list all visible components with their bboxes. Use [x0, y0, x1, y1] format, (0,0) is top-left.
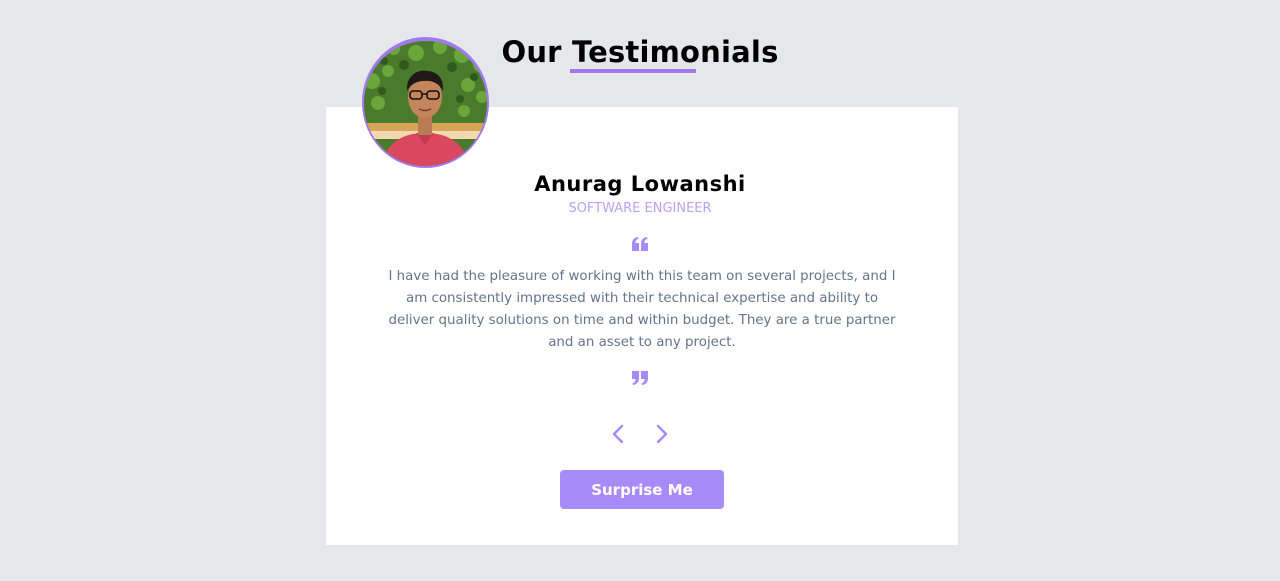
quote-left-icon: [0, 236, 1280, 255]
avatar: [362, 37, 489, 168]
testimonial-navigation: [0, 422, 1280, 450]
person-photo-icon: [364, 41, 487, 166]
prev-button[interactable]: [607, 422, 631, 446]
chevron-right-icon: [656, 424, 667, 444]
testimonial-text: I have had the pleasure of working with …: [388, 269, 896, 350]
testimonials-page: Our Testimonials Anurag Lowanshi SOFTWAR…: [0, 0, 1280, 581]
quote-right-icon: [0, 370, 1280, 389]
avatar-photo: [364, 41, 487, 166]
surprise-me-button[interactable]: Surprise Me: [560, 470, 724, 509]
testimonial-job: SOFTWARE ENGINEER: [568, 201, 712, 216]
title-underline: [569, 69, 696, 73]
page-title: Our Testimonials: [0, 30, 1280, 74]
page-title-highlight-text: Testimonials: [571, 35, 779, 69]
next-button[interactable]: [649, 422, 673, 446]
page-title-highlight: Testimonials: [569, 30, 779, 74]
chevron-left-icon: [613, 424, 624, 444]
page-title-prefix: Our: [501, 35, 572, 69]
testimonial-name: Anurag Lowanshi: [534, 172, 746, 196]
